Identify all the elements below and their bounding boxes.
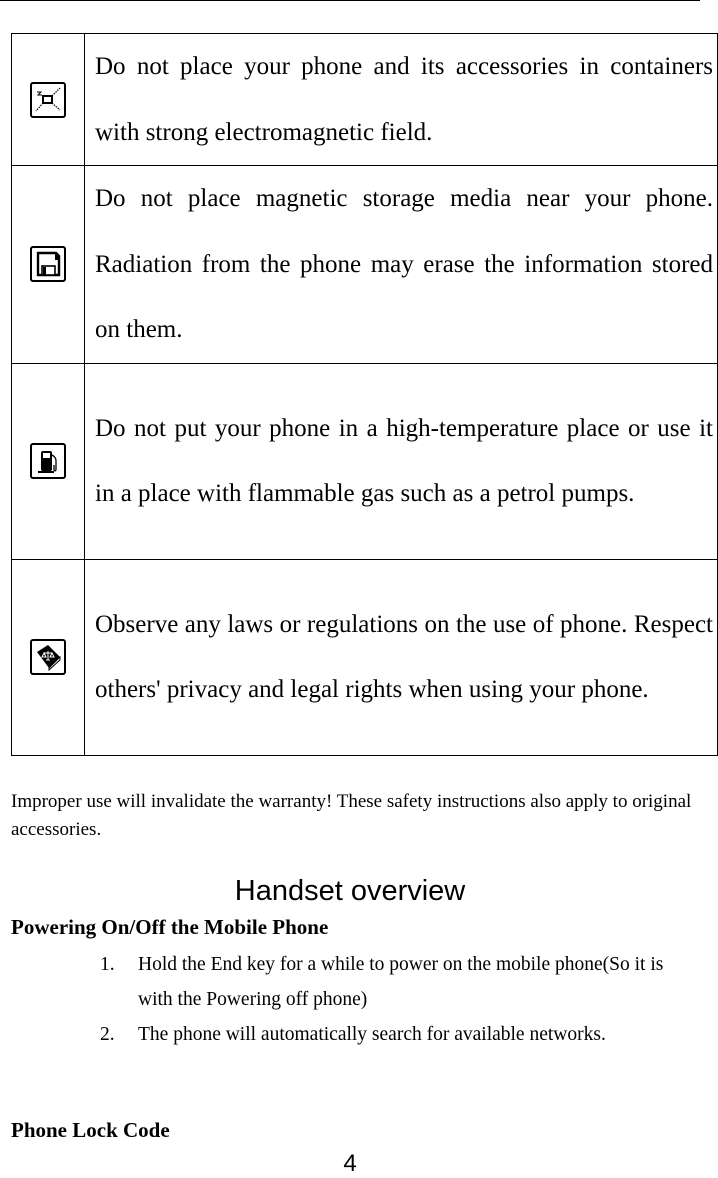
step-text: Hold the End key for a while to power on… xyxy=(138,954,664,1010)
powering-steps-list: 1. Hold the End key for a while to power… xyxy=(100,947,690,1052)
step-text: The phone will automatically search for … xyxy=(138,1024,606,1045)
icon-cell xyxy=(11,33,85,166)
table-row: Observe any laws or regulations on the u… xyxy=(11,558,718,756)
page-header-rule xyxy=(0,0,700,1)
page-number: 4 xyxy=(343,1150,357,1177)
icon-cell xyxy=(11,362,85,560)
step-number: 2. xyxy=(100,1024,115,1045)
safety-text: Do not place magnetic storage media near… xyxy=(84,165,718,364)
safety-text: Do not place your phone and its accessor… xyxy=(84,33,718,166)
electromagnetic-field-icon xyxy=(30,81,66,118)
law-book-icon xyxy=(30,639,66,675)
floppy-disk-icon xyxy=(30,246,66,283)
step-number: 1. xyxy=(100,954,115,975)
fuel-pump-icon xyxy=(30,443,66,479)
subsection-heading-powering: Powering On/Off the Mobile Phone xyxy=(11,915,329,939)
icon-cell xyxy=(11,558,85,756)
section-title: Handset overview xyxy=(234,875,466,907)
icon-cell xyxy=(11,165,85,364)
warranty-note: Improper use will invalidate the warrant… xyxy=(11,791,692,840)
safety-text: Observe any laws or regulations on the u… xyxy=(84,558,718,756)
list-item: 1. Hold the End key for a while to power… xyxy=(100,947,690,1017)
table-row: Do not place magnetic storage media near… xyxy=(11,165,718,364)
table-row: Do not place your phone and its accessor… xyxy=(11,33,718,166)
safety-instructions-table: Do not place your phone and its accessor… xyxy=(11,33,718,756)
list-item: 2. The phone will automatically search f… xyxy=(100,1017,690,1052)
table-row: Do not put your phone in a high-temperat… xyxy=(11,362,718,560)
safety-text: Do not put your phone in a high-temperat… xyxy=(84,362,718,560)
subsection-heading-lock-code: Phone Lock Code xyxy=(11,1118,170,1142)
